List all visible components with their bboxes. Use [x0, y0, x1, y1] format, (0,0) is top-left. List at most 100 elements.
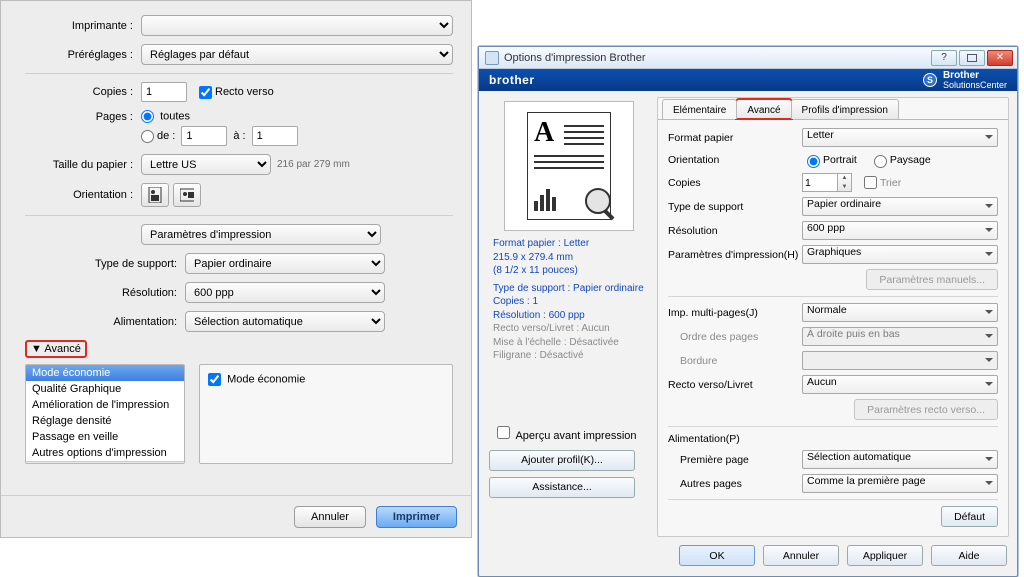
printer-icon [485, 51, 499, 65]
orientation-landscape-button[interactable] [173, 183, 201, 207]
brother-logo: brother [489, 73, 535, 87]
imprimante-select[interactable] [141, 15, 453, 36]
label-alim: Alimentation(P) [668, 433, 802, 445]
label-orientation: Orientation : [25, 189, 141, 201]
mode-economie-checkbox[interactable] [208, 373, 221, 386]
preview-line: (8 1/2 x 11 pouces) [493, 264, 649, 278]
magnifier-icon [582, 185, 618, 221]
format-select[interactable]: Letter [802, 128, 998, 147]
preview-chart-icon [534, 183, 570, 213]
preview-line: Format papier : Letter [493, 237, 649, 251]
preview-letter-a-icon: A [534, 117, 554, 149]
label-multi: Imp. multi-pages(J) [668, 307, 802, 319]
label-orientation-win: Orientation [668, 154, 802, 166]
pages-toutes-radio[interactable] [141, 110, 154, 123]
recto-select[interactable]: Aucun [802, 375, 998, 394]
pages-a-label: à : [233, 130, 245, 142]
multi-select[interactable]: Normale [802, 303, 998, 322]
preview-line: Résolution : 600 ppp [493, 309, 649, 323]
annuler-button[interactable]: Annuler [294, 506, 366, 528]
autres-select[interactable]: Comme la première page [802, 474, 998, 493]
ajouter-profil-button[interactable]: Ajouter profil(K)... [489, 450, 635, 471]
assistance-button[interactable]: Assistance... [489, 477, 635, 498]
premiere-select[interactable]: Sélection automatique [802, 450, 998, 469]
annuler-button-win[interactable]: Annuler [763, 545, 839, 566]
resolution-select[interactable]: 600 ppp [185, 282, 385, 303]
solutions-center-icon: S [923, 73, 937, 87]
solutions-center-link[interactable]: S BrotherSolutionsCenter [923, 71, 1007, 90]
portrait-icon [148, 187, 162, 203]
titlebar[interactable]: Options d'impression Brother ? ✕ [479, 47, 1017, 69]
window-title: Options d'impression Brother [504, 52, 646, 64]
scrollbar-horizontal[interactable] [26, 461, 184, 464]
list-item[interactable]: Réglage densité [26, 413, 184, 429]
appliquer-button[interactable]: Appliquer [847, 545, 923, 566]
label-prereglages: Préréglages : [25, 49, 141, 61]
type-support-select[interactable]: Papier ordinaire [185, 253, 385, 274]
ok-button[interactable]: OK [679, 545, 755, 566]
help-button[interactable]: ? [931, 50, 957, 66]
pages-de-label: de : [157, 130, 175, 142]
avance-disclosure[interactable]: ▼ Avancé [25, 340, 87, 358]
tab-avance[interactable]: Avancé [736, 99, 791, 119]
list-item[interactable]: Mode économie [26, 365, 184, 381]
preview-line: 215.9 x 279.4 mm [493, 251, 649, 265]
imprimer-button[interactable]: Imprimer [376, 506, 457, 528]
label-alimentation: Alimentation: [25, 316, 185, 328]
resolution-select-win[interactable]: 600 ppp [802, 221, 998, 240]
copies-input[interactable] [141, 82, 187, 102]
recto-verso-checkbox[interactable] [199, 86, 212, 99]
label-format: Format papier [668, 132, 802, 144]
alimentation-select[interactable]: Sélection automatique [185, 311, 385, 332]
paysage-radio[interactable] [874, 155, 887, 168]
avance-detail-pane: Mode économie [199, 364, 453, 464]
label-param-impr: Paramètres d'impression(H) [668, 249, 802, 261]
close-button[interactable]: ✕ [987, 50, 1013, 66]
settings-panel: Elémentaire Avancé Profils d'impression … [657, 97, 1009, 537]
pages-de-radio[interactable] [141, 130, 154, 143]
bordure-select [802, 351, 998, 370]
prereglages-select[interactable]: Réglages par défaut [141, 44, 453, 65]
type-support-select-win[interactable]: Papier ordinaire [802, 197, 998, 216]
pages-a-input[interactable] [252, 126, 298, 146]
trier-label: Trier [880, 177, 901, 189]
preview-line: Type de support : Papier ordinaire [493, 282, 649, 296]
section-select[interactable]: Paramètres d'impression [141, 224, 381, 245]
apercu-checkbox[interactable] [497, 426, 510, 439]
label-bordure: Bordure [668, 355, 802, 367]
tab-elementaire[interactable]: Elémentaire [662, 99, 737, 119]
label-resolution-win: Résolution [668, 225, 802, 237]
label-resolution: Résolution: [25, 287, 185, 299]
apercu-label: Aperçu avant impression [515, 430, 636, 442]
defaut-button[interactable]: Défaut [941, 506, 998, 527]
list-item[interactable]: Passage en veille [26, 429, 184, 445]
mode-economie-label: Mode économie [227, 373, 305, 385]
orientation-portrait-button[interactable] [141, 183, 169, 207]
preview-line: Filigrane : Désactivé [493, 349, 649, 363]
label-pages: Pages : [25, 110, 141, 123]
pages-de-input[interactable] [181, 126, 227, 146]
copies-input-win[interactable] [802, 173, 838, 192]
list-item[interactable]: Amélioration de l'impression [26, 397, 184, 413]
label-recto: Recto verso/Livret [668, 379, 802, 391]
taille-select[interactable]: Lettre US [141, 154, 271, 175]
windows-print-dialog: Options d'impression Brother ? ✕ brother… [478, 46, 1018, 577]
portrait-radio[interactable] [807, 155, 820, 168]
param-impr-select[interactable]: Graphiques [802, 245, 998, 264]
preview-line: Recto verso/Livret : Aucun [493, 322, 649, 336]
list-item[interactable]: Qualité Graphique [26, 381, 184, 397]
label-imprimante: Imprimante : [25, 20, 141, 32]
param-manuels-button: Paramètres manuels... [866, 269, 998, 290]
list-item[interactable]: Autres options d'impression [26, 445, 184, 461]
preview-line: Copies : 1 [493, 295, 649, 309]
avance-list[interactable]: Mode économie Qualité Graphique Améliora… [25, 364, 185, 464]
maximize-button[interactable] [959, 50, 985, 66]
copies-spinner[interactable]: ▲▼ [838, 173, 852, 192]
mac-print-dialog: Imprimante : Préréglages : Réglages par … [0, 0, 472, 538]
recto-verso-label: Recto verso [215, 86, 274, 98]
aide-button[interactable]: Aide [931, 545, 1007, 566]
page-preview: A [504, 101, 634, 231]
paysage-label: Paysage [890, 154, 931, 166]
trier-checkbox[interactable] [864, 176, 877, 189]
tab-profils[interactable]: Profils d'impression [791, 99, 899, 119]
